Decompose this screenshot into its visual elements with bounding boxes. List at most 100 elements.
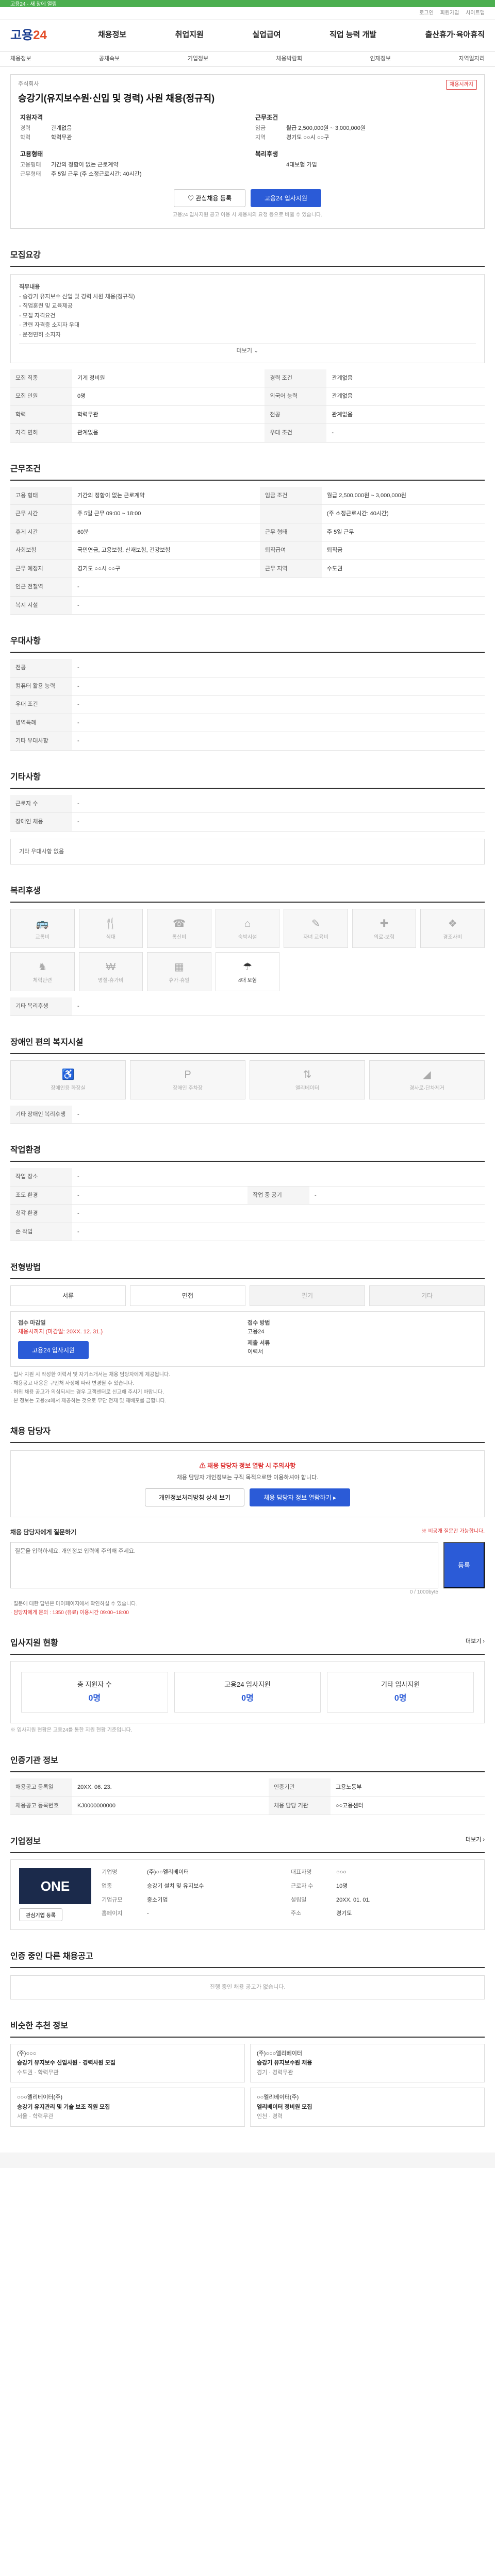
site-logo[interactable]: 고용24	[10, 26, 98, 45]
condition-block: 근무조건 임금 월급 2,500,000원 ~ 3,000,000원 지역 경기도 …	[255, 113, 475, 142]
cell-value: 기계 정비원	[72, 369, 265, 387]
toilet-icon: ♿	[61, 1069, 75, 1080]
stat-card: 기타 입사지원 0명	[327, 1671, 474, 1713]
table-row: 기타 우대사항 -	[10, 732, 485, 751]
label: 임금	[255, 125, 266, 131]
apply-button[interactable]: 고용24 입사지원	[250, 189, 321, 207]
job-description-box: 직무내용 - 승강기 유지보수 신입 및 경력 사원 채용(정규직) - 직업훈…	[10, 274, 485, 363]
cell-label: 근무 형태	[259, 523, 322, 541]
gift-icon: ❖	[448, 918, 457, 929]
info-label: 기업명	[102, 1869, 118, 1875]
subnav-item[interactable]: 채용박람회	[276, 55, 303, 63]
nav-support[interactable]: 취업지원	[175, 29, 204, 41]
cell-value: -	[72, 794, 485, 813]
util-join[interactable]: 회원가입	[440, 10, 459, 16]
table-row: 휴게 시간 60분 근무 형태 주 5일 근무	[10, 523, 485, 541]
nav-benefit[interactable]: 실업급여	[252, 29, 280, 41]
privacy-policy-button[interactable]: 개인정보처리방침 상세 보기	[145, 1488, 245, 1506]
job-summary: 주식회사 채용시까지 승강기(유지보수원·신입 및 경력) 사원 채용(정규직) …	[10, 74, 485, 229]
util-sitemap[interactable]: 사이트맵	[466, 10, 485, 16]
cell-label: 인증기관	[269, 1778, 331, 1797]
label: 고용형태	[20, 162, 41, 168]
welfare-label: 숙박시설	[238, 934, 257, 940]
welfare-label: 명절·휴가비	[98, 977, 124, 984]
follow-company-button[interactable]: 관심기업 등록	[19, 1908, 62, 1921]
subnav-item[interactable]: 지역일자리	[458, 55, 485, 63]
cell-label: 전공	[265, 405, 327, 424]
nav-leave[interactable]: 출산휴가·육아휴직	[425, 29, 485, 41]
desc-line: · 관련 자격증 소지자 우대	[19, 322, 80, 328]
info-label: 홈페이지	[102, 1910, 123, 1917]
cell-value: -	[72, 1105, 485, 1124]
util-login[interactable]: 로그인	[419, 10, 434, 16]
stats-section: 입사지원 현황 더보기 › 총 지원자 수 0명 고용24 입사지원 0명 기타 입사…	[0, 1637, 495, 1735]
welfare-card-active: ☂ 4대 보험	[215, 952, 280, 991]
qna-submit-button[interactable]: 등록	[443, 1541, 485, 1588]
more-link[interactable]: 더보기 ›	[466, 1836, 485, 1848]
cell-value: -	[72, 596, 485, 615]
disability-grid: ♿ 장애인용 화장실 P 장애인 주차장 ⇅ 엘리베이터 ◢ 경사로·단차제거	[10, 1060, 485, 1099]
reco-title: 엘리베이터 정비원 모집	[257, 2104, 312, 2110]
method-card-active: 서류	[10, 1285, 126, 1306]
view-contact-button[interactable]: 채용 담당자 정보 열람하기 ▸	[250, 1488, 350, 1506]
reco-company: ○○엘리베이터(주)	[257, 2094, 299, 2100]
cell-value: 0명	[72, 387, 265, 406]
table-row: 근무 예정지 경기도 ○○시 ○○구 근무 지역 수도권	[10, 560, 485, 578]
cell-label: 기타 복리후생	[10, 997, 72, 1016]
agency-table: 채용공고 등록일 20XX. 06. 23. 인증기관 고용노동부 채용공고 등록번호…	[10, 1778, 485, 1815]
subnav-item[interactable]: 채용정보	[10, 55, 31, 63]
method-section: 전형방법 서류 면접 필기 기타 접수 마감일 채용시까지 (마감일: 20XX…	[0, 1262, 495, 1405]
reco-card[interactable]: ○○○엘리베이터(주) 승강기 유지관리 및 기술 보조 직원 모집 서울 · 학력…	[10, 2088, 245, 2127]
nav-training[interactable]: 직업 능력 개발	[329, 29, 376, 41]
cell-label: 학력	[10, 405, 72, 424]
welfare-block: 복리후생 4대보험 가입	[255, 149, 475, 179]
scrap-button[interactable]: ♡ 관심채용 등록	[174, 189, 245, 207]
table-row: 작업 장소 -	[10, 1168, 485, 1187]
reco-card[interactable]: ○○엘리베이터(주) 엘리베이터 정비원 모집 인천 · 경력	[250, 2088, 485, 2127]
note-item: · 담당자에게 문의 : 1350 (유료) 이용시간 09:00~18:00	[10, 1609, 129, 1616]
cell-label: 퇴직급여	[259, 541, 322, 560]
cell-value: -	[72, 659, 485, 677]
cell-label: 우대 조건	[265, 423, 327, 443]
nav-jobs[interactable]: 채용정보	[98, 29, 126, 41]
cell-label: 근로자 수	[10, 794, 72, 813]
cell-value: -	[72, 1204, 485, 1223]
welfare-label: 4대 보험	[238, 977, 257, 984]
table-row: 장애인 채용 -	[10, 812, 485, 832]
table-row: 컴퓨터 활용 능력 -	[10, 677, 485, 696]
more-button[interactable]: 더보기 ⌄	[19, 343, 476, 355]
empty-box: 진행 중인 채용 공고가 없습니다.	[10, 1975, 485, 1999]
banner-text: 고용24 · 새 창에 열림	[10, 2, 57, 7]
company-card: ONE 관심기업 등록 기업명 (주)○○엘리베이터 대표자명 ○○○ 업종 승강기 설…	[10, 1859, 485, 1930]
section-title: 비슷한 추천 정보	[10, 2020, 485, 2038]
table-row: 채용공고 등록일 20XX. 06. 23. 인증기관 고용노동부	[10, 1778, 485, 1797]
welfare-grid: 🚌 교통비 🍴 식대 ☎ 통신비 ⌂ 숙박시설 ✎ 자녀 교육비 ✚ 의료·보험 ❖ 경조사비…	[10, 909, 485, 991]
info-value: 승강기 설치 및 유지보수	[147, 1883, 204, 1889]
subnav-item[interactable]: 인재정보	[370, 55, 391, 63]
table-row: 청각 환경 -	[10, 1204, 485, 1223]
qna-textarea[interactable]	[10, 1541, 438, 1588]
table-row: 우대 조건 -	[10, 695, 485, 714]
subnav-item[interactable]: 공채속보	[99, 55, 120, 63]
cell-value: 주 5일 근무	[321, 523, 485, 541]
warning-title: 채용 담당자 정보 열람 시 주의사항	[207, 1462, 296, 1469]
reco-card[interactable]: (주)○○○ 승강기 유지보수 신입사원 · 경력사원 모집 수도권 · 학력무관	[10, 2043, 245, 2082]
wallet-icon: ₩	[106, 961, 116, 973]
company-name[interactable]: 주식회사	[18, 80, 39, 90]
subnav-item[interactable]: 기업정보	[188, 55, 208, 63]
info-value: 10명	[336, 1883, 348, 1889]
facility-label: 경사로·단차제거	[409, 1086, 444, 1091]
section-title: 우대사항	[10, 635, 485, 653]
note-item: · 허위 채용 공고가 의심되시는 경우 고객센터로 신고해 주시기 바랍니다.	[10, 1389, 164, 1395]
method-card: 필기	[250, 1285, 365, 1306]
reco-card[interactable]: (주)○○○엘리베이터 승강기 유지보수원 채용 경기 · 경력무관	[250, 2043, 485, 2082]
apply-button-2[interactable]: 고용24 입사지원	[18, 1341, 89, 1359]
cell-value: -	[72, 997, 485, 1016]
facility-label: 엘리베이터	[295, 1086, 319, 1091]
table-row: 복지 시설 -	[10, 596, 485, 615]
table-row: 근무 시간 주 5일 근무 09:00 ~ 18:00 (주 소정근로시간: 40시…	[10, 504, 485, 523]
more-link[interactable]: 더보기 ›	[466, 1637, 485, 1650]
cell-value: -	[72, 714, 485, 732]
cell-value: -	[72, 732, 485, 751]
etc-table: 근로자 수- 장애인 채용 -	[10, 794, 485, 832]
